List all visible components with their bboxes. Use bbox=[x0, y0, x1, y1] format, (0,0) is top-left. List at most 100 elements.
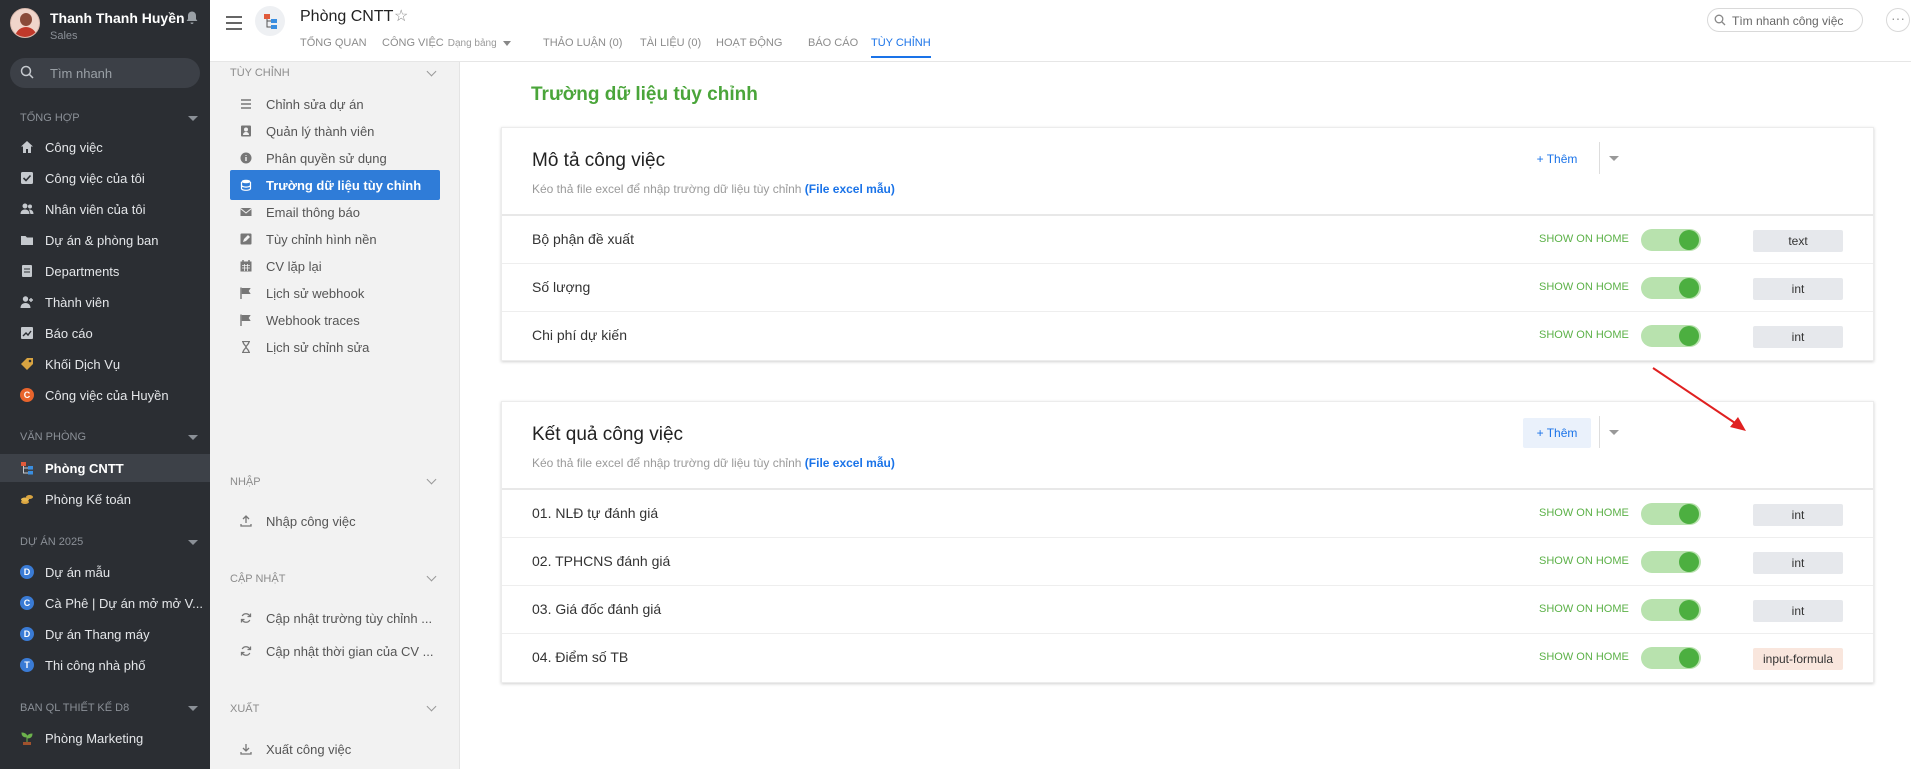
tab-tong-quan[interactable]: TỔNG QUAN bbox=[300, 37, 367, 49]
checkbox-icon bbox=[21, 172, 33, 184]
nav-search-input[interactable]: Tìm nhanh bbox=[10, 58, 200, 88]
show-on-home-toggle[interactable] bbox=[1641, 277, 1701, 299]
chevron-down-icon[interactable] bbox=[426, 571, 437, 582]
document-icon bbox=[22, 265, 32, 277]
nav-item-phong-cntt[interactable]: Phòng CNTT bbox=[0, 454, 210, 482]
settings-item-quan-ly-thanh-vien[interactable]: Quản lý thành viên bbox=[230, 116, 440, 146]
settings-item-cap-nhat-thoi-gian[interactable]: Cập nhật thời gian của CV ... bbox=[230, 636, 440, 666]
nav-item-nhan-vien[interactable]: Nhân viên của tôi bbox=[0, 195, 210, 223]
nav-item-thang-may[interactable]: D Dự án Thang máy bbox=[0, 620, 210, 648]
show-on-home-toggle[interactable] bbox=[1641, 599, 1701, 621]
show-on-home-toggle[interactable] bbox=[1641, 325, 1701, 347]
settings-item-cap-nhat-truong[interactable]: Cập nhật trường tùy chỉnh ... bbox=[230, 603, 440, 633]
tab-cong-viec[interactable]: CÔNG VIỆC Dạng bảng bbox=[382, 37, 511, 49]
user-profile[interactable]: Thanh Thanh Huyền Sales bbox=[10, 8, 200, 48]
nav-section-ban-ql[interactable]: BAN QL THIẾT KẾ D8 bbox=[0, 698, 210, 718]
settings-item-email[interactable]: Email thông báo bbox=[230, 197, 440, 227]
nav-item-du-an-mau[interactable]: D Dự án mẫu bbox=[0, 558, 210, 586]
import-hint: Kéo thả file excel để nhập trường dữ liệ… bbox=[532, 456, 802, 470]
settings-item-hinh-nen[interactable]: Tùy chỉnh hình nền bbox=[230, 224, 440, 254]
project-icon bbox=[255, 6, 285, 36]
tab-thao-luan[interactable]: THẢO LUẬN (0) bbox=[543, 37, 622, 49]
tab-tai-lieu[interactable]: TÀI LIỆU (0) bbox=[640, 37, 701, 49]
nav-item-thanh-vien[interactable]: Thành viên bbox=[0, 288, 210, 316]
field-row: Chi phí dự kiến SHOW ON HOME int bbox=[502, 312, 1873, 360]
nav-item-cong-viec-cua-toi[interactable]: Công việc của tôi bbox=[0, 164, 210, 192]
chevron-down-icon[interactable] bbox=[426, 474, 437, 485]
card-title: Mô tả công việc bbox=[532, 150, 666, 171]
tab-cong-viec-label: CÔNG VIỆC bbox=[382, 37, 444, 49]
tab-tuy-chinh[interactable]: TÙY CHỈNH bbox=[871, 37, 931, 58]
hamburger-menu-icon[interactable] bbox=[226, 16, 242, 30]
field-row: 03. Giá đốc đánh giá SHOW ON HOME int bbox=[502, 586, 1873, 634]
show-on-home-toggle[interactable] bbox=[1641, 229, 1701, 251]
tab-hoat-dong[interactable]: HOẠT ĐỘNG bbox=[716, 37, 782, 49]
star-icon[interactable]: ☆ bbox=[394, 6, 408, 26]
bell-icon[interactable] bbox=[184, 10, 200, 26]
nav-item-cong-viec-cua-huyen[interactable]: C Công việc của Huyền bbox=[0, 381, 210, 409]
nav-search-placeholder: Tìm nhanh bbox=[50, 66, 113, 81]
add-field-button[interactable]: + Thêm bbox=[1523, 418, 1591, 448]
nav-item-label: Dự án Thang máy bbox=[45, 627, 150, 642]
nav-item-phong-ke-toan[interactable]: Phòng Kế toán bbox=[0, 485, 210, 513]
settings-item-webhook-traces[interactable]: Webhook traces bbox=[230, 305, 440, 335]
settings-item-truong-du-lieu[interactable]: Trường dữ liệu tùy chỉnh bbox=[230, 170, 440, 200]
nav-item-nha-pho[interactable]: T Thi công nhà phố bbox=[0, 651, 210, 679]
upload-icon bbox=[240, 515, 252, 527]
settings-section-title: CẬP NHẬT bbox=[230, 573, 286, 585]
more-options-icon[interactable]: ··· bbox=[1886, 8, 1910, 32]
nav-item-departments[interactable]: Departments bbox=[0, 257, 210, 285]
show-on-home-label: SHOW ON HOME bbox=[1539, 281, 1629, 293]
field-type-badge: int bbox=[1753, 326, 1843, 348]
nav-item-phong-marketing[interactable]: Phòng Marketing bbox=[0, 724, 210, 752]
nav-item-khoi-dich-vu[interactable]: Khối Dịch Vụ bbox=[0, 350, 210, 378]
settings-item-label: Quản lý thành viên bbox=[266, 124, 375, 139]
nav-item-bao-cao[interactable]: Báo cáo bbox=[0, 319, 210, 347]
nav-item-du-an-phong-ban[interactable]: Dự án & phòng ban bbox=[0, 226, 210, 254]
tab-cong-viec-view: Dạng bảng bbox=[447, 38, 497, 49]
nav-section-du-an[interactable]: DỰ ÁN 2025 bbox=[0, 532, 210, 552]
field-row: 02. TPHCNS đánh giá SHOW ON HOME int bbox=[502, 538, 1873, 586]
nav-section-tong-hop[interactable]: TỔNG HỢP bbox=[0, 108, 210, 128]
chevron-down-icon[interactable] bbox=[426, 701, 437, 712]
field-type-badge: int bbox=[1753, 552, 1843, 574]
show-on-home-toggle[interactable] bbox=[1641, 503, 1701, 525]
card-header: Mô tả công việc Kéo thả file excel để nh… bbox=[502, 128, 1873, 216]
show-on-home-toggle[interactable] bbox=[1641, 551, 1701, 573]
nav-item-label: Dự án mẫu bbox=[45, 565, 111, 580]
settings-item-nhap-cong-viec[interactable]: Nhập công việc bbox=[230, 506, 440, 536]
nav-section-label: VĂN PHÒNG bbox=[20, 431, 87, 443]
nav-item-cong-viec[interactable]: Công việc bbox=[0, 133, 210, 161]
settings-item-label: Cập nhật thời gian của CV ... bbox=[266, 644, 434, 659]
settings-item-label: Chỉnh sửa dự án bbox=[266, 97, 364, 112]
user-card-icon bbox=[241, 125, 251, 137]
excel-template-link[interactable]: (File excel mẫu) bbox=[805, 182, 895, 196]
caret-down-icon[interactable] bbox=[1609, 156, 1619, 161]
settings-item-lich-su[interactable]: Lịch sử chỉnh sửa bbox=[230, 332, 440, 362]
excel-template-link[interactable]: (File excel mẫu) bbox=[805, 456, 895, 470]
nav-section-van-phong[interactable]: VĂN PHÒNG bbox=[0, 427, 210, 447]
field-type-badge: text bbox=[1753, 230, 1843, 252]
settings-item-xuat-cong-viec[interactable]: Xuất công việc bbox=[230, 734, 440, 764]
tab-bao-cao[interactable]: BÁO CÁO bbox=[808, 37, 858, 49]
chevron-down-icon[interactable] bbox=[426, 66, 437, 77]
main-nav: Thanh Thanh Huyền Sales Tìm nhanh TỔNG H… bbox=[0, 0, 210, 769]
settings-item-phan-quyen[interactable]: Phân quyền sử dụng bbox=[230, 143, 440, 173]
field-row: 04. Điểm số TB SHOW ON HOME input-formul… bbox=[502, 634, 1873, 682]
caret-down-icon bbox=[188, 540, 198, 545]
show-on-home-toggle[interactable] bbox=[1641, 647, 1701, 669]
project-badge: T bbox=[20, 658, 34, 672]
task-search-input[interactable]: Tìm nhanh công việc bbox=[1707, 8, 1863, 32]
settings-item-webhook[interactable]: Lịch sử webhook bbox=[230, 278, 440, 308]
field-type-badge: int bbox=[1753, 278, 1843, 300]
add-field-button[interactable]: + Thêm bbox=[1523, 144, 1591, 174]
caret-down-icon[interactable] bbox=[1609, 430, 1619, 435]
settings-item-cv-lap-lai[interactable]: CV lặp lại bbox=[230, 251, 440, 281]
settings-item-chinh-sua[interactable]: Chỉnh sửa dự án bbox=[230, 89, 440, 119]
field-name: 01. NLĐ tự đánh giá bbox=[532, 505, 659, 521]
nav-item-label: Cà Phê | Dự án mở mở V... bbox=[45, 596, 203, 611]
nav-item-ca-phe[interactable]: C Cà Phê | Dự án mở mở V... bbox=[0, 589, 210, 617]
download-icon bbox=[240, 744, 252, 755]
avatar[interactable] bbox=[10, 8, 40, 38]
nav-item-label: Công việc của tôi bbox=[45, 171, 145, 186]
